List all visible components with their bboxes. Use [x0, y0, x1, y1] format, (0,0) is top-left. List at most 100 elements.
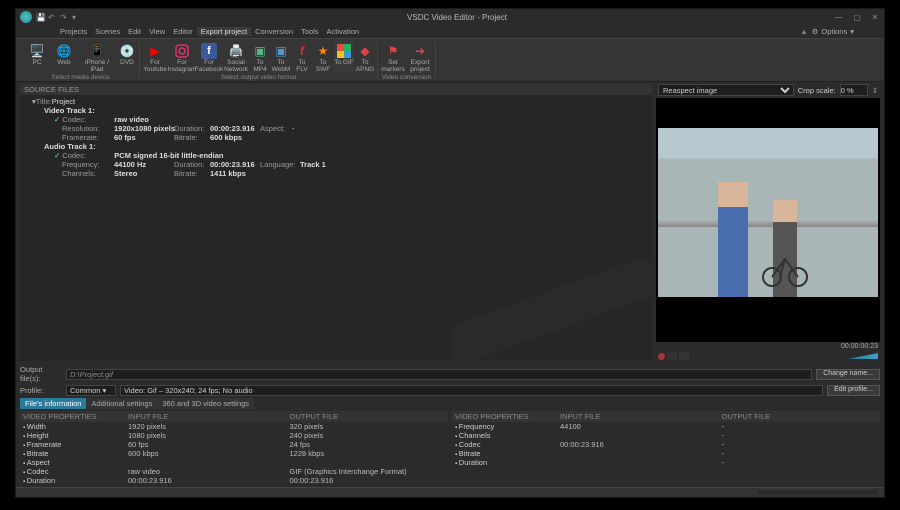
- status-bar: [16, 487, 884, 497]
- menu-view[interactable]: View: [145, 27, 169, 36]
- tab-additional[interactable]: Additional settings: [86, 398, 157, 409]
- youtube-icon: ▶: [147, 43, 163, 59]
- options-button[interactable]: ⚙ Options ▾: [812, 27, 854, 36]
- col-video-props: VIDEO PROPERTIES: [452, 411, 557, 422]
- profile-desc-select[interactable]: Video: Gif – 320x240; 24 fps; No audio: [120, 385, 823, 396]
- phone-icon: 📱: [89, 43, 105, 59]
- tab-360-3d[interactable]: 360 and 3D video settings: [157, 398, 254, 409]
- to-webm-button[interactable]: ▣To WebM: [271, 41, 291, 73]
- property-row: Height1080 pixels240 pixels: [20, 431, 448, 440]
- device-pc-button[interactable]: 🖥️PC: [24, 41, 50, 73]
- minimize-icon[interactable]: —: [834, 13, 844, 22]
- chevron-down-icon: ▾: [850, 27, 854, 36]
- device-iphone-button[interactable]: 📱iPhone / iPad: [78, 41, 116, 73]
- menu-scenes[interactable]: Scenes: [91, 27, 124, 36]
- audio-track-head: Audio Track 1:: [44, 142, 96, 151]
- group-media-caption: Select media device: [51, 74, 109, 81]
- app-logo: [20, 11, 32, 23]
- swf-icon: ★: [315, 43, 331, 59]
- gif-icon: [336, 43, 352, 59]
- globe-icon: 🌐: [56, 43, 72, 59]
- menu-projects[interactable]: Projects: [56, 27, 91, 36]
- more-icon[interactable]: ▾: [72, 13, 80, 21]
- property-row: Channels-: [452, 431, 880, 440]
- menu-editor[interactable]: Editor: [169, 27, 197, 36]
- tab-file-info[interactable]: File's information: [20, 398, 86, 409]
- crop-scale-label: Crop scale:: [798, 86, 836, 95]
- social-network-button[interactable]: 🖨️Social Network: [223, 41, 249, 73]
- export-icon: ➜: [412, 43, 428, 59]
- output-file-field[interactable]: D:\Project.gif: [66, 369, 812, 380]
- stop-icon[interactable]: [667, 352, 677, 360]
- for-youtube-button[interactable]: ▶For Youtube: [142, 41, 168, 73]
- change-name-button[interactable]: Change name...: [816, 369, 880, 380]
- edit-profile-button[interactable]: Edit profile...: [827, 385, 880, 396]
- crop-stepper-icon[interactable]: ⇕: [872, 86, 878, 95]
- scrollbar-horizontal[interactable]: [758, 490, 878, 495]
- check-icon: ✓: [54, 115, 60, 124]
- notification-icon[interactable]: ▲: [800, 27, 807, 36]
- for-instagram-button[interactable]: For Instagram: [169, 41, 195, 73]
- device-dvd-button[interactable]: 💿DVD: [117, 41, 137, 73]
- webm-icon: ▣: [273, 43, 289, 59]
- preview-viewport[interactable]: [656, 98, 880, 342]
- property-row: Duration00:00:23.91600:00:23.916: [20, 476, 448, 485]
- gear-icon: ⚙: [812, 27, 819, 36]
- disc-icon: 💿: [119, 43, 135, 59]
- video-track-head: Video Track 1:: [44, 106, 95, 115]
- property-row: Bitrate-: [452, 449, 880, 458]
- mp4-icon: ▣: [252, 43, 268, 59]
- source-tree: ▾ Title: Project Video Track 1: ✓Codec:r…: [20, 95, 652, 361]
- col-output: OUTPUT FILE: [287, 411, 449, 422]
- play-icon[interactable]: [679, 352, 689, 360]
- output-file-label: Output file(s):: [20, 365, 62, 383]
- close-icon[interactable]: ✕: [870, 13, 880, 22]
- volume-slider[interactable]: [848, 353, 878, 359]
- redo-icon[interactable]: ↷: [60, 13, 68, 21]
- apng-icon: ◆: [357, 43, 373, 59]
- to-flv-button[interactable]: fTo FLV: [292, 41, 312, 73]
- col-input: INPUT FILE: [125, 411, 287, 422]
- menu-activation[interactable]: Activation: [323, 27, 364, 36]
- menu-edit[interactable]: Edit: [124, 27, 145, 36]
- crop-scale-input[interactable]: [840, 84, 868, 96]
- to-mp4-button[interactable]: ▣To MP4: [250, 41, 270, 73]
- flag-icon: ⚑: [385, 43, 401, 59]
- col-input: INPUT FILE: [557, 411, 719, 422]
- device-web-button[interactable]: 🌐Web: [51, 41, 77, 73]
- col-video-props: VIDEO PROPERTIES: [20, 411, 125, 422]
- preview-timecode: 00:00:00:23: [656, 342, 880, 351]
- to-apng-button[interactable]: ◆To APNG: [355, 41, 375, 73]
- property-row: Aspect: [20, 458, 448, 467]
- check-icon: ✓: [54, 151, 60, 160]
- profile-label: Profile:: [20, 386, 62, 395]
- to-gif-button[interactable]: To GIF: [334, 41, 354, 73]
- flash-icon: f: [294, 43, 310, 59]
- maximize-icon[interactable]: ▢: [852, 13, 862, 22]
- profile-common-select[interactable]: Common ▾: [66, 385, 116, 396]
- property-row: Bitrate600 kbps1228 kbps: [20, 449, 448, 458]
- to-swf-button[interactable]: ★To SWF: [313, 41, 333, 73]
- for-facebook-button[interactable]: fFor Facebook: [196, 41, 222, 73]
- export-project-button[interactable]: ➜Export project: [407, 41, 433, 73]
- save-icon[interactable]: 💾: [36, 13, 44, 21]
- facebook-icon: f: [201, 43, 217, 59]
- property-row: Codecraw videoGIF (Graphics Interchange …: [20, 467, 448, 476]
- printer-icon: 🖨️: [228, 43, 244, 59]
- menu-tools[interactable]: Tools: [297, 27, 323, 36]
- property-row: Duration-: [452, 458, 880, 467]
- record-icon[interactable]: [658, 353, 665, 360]
- property-row: Framerate60 fps24 fps: [20, 440, 448, 449]
- source-files-header: SOURCE FILES: [20, 84, 652, 95]
- window-title: VSDC Video Editor - Project: [80, 13, 834, 22]
- instagram-icon: [174, 43, 190, 59]
- menu-conversion[interactable]: Conversion: [251, 27, 297, 36]
- property-row: Width1920 pixels320 pixels: [20, 422, 448, 431]
- undo-icon[interactable]: ↶: [48, 13, 56, 21]
- group-format-caption: Select output video format: [221, 74, 297, 81]
- menu-export-project[interactable]: Export project: [197, 27, 251, 36]
- reaspect-select[interactable]: Reaspect image: [658, 84, 794, 96]
- set-markers-button[interactable]: ⚑Set markers: [380, 41, 406, 73]
- monitor-icon: 🖥️: [29, 43, 45, 59]
- property-row: Frequency44100-: [452, 422, 880, 431]
